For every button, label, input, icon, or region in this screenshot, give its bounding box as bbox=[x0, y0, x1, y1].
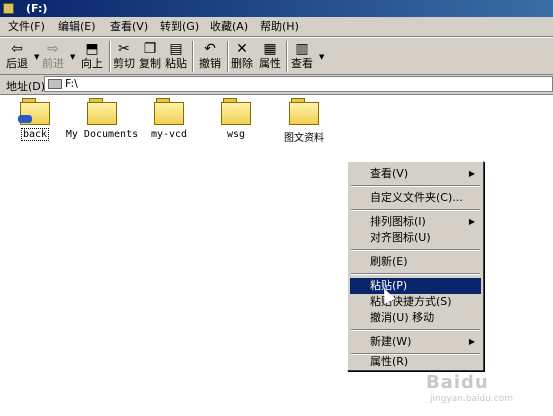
toolbar-separator bbox=[227, 41, 229, 72]
back-button[interactable]: ⇦ 后退 bbox=[2, 39, 32, 74]
folder-icon bbox=[87, 98, 117, 125]
forward-arrow-icon: ⇨ bbox=[47, 41, 59, 57]
delete-button[interactable]: ✕ 删除 bbox=[230, 39, 254, 74]
copy-icon: ❐ bbox=[143, 41, 157, 57]
properties-icon: ▦ bbox=[263, 41, 277, 57]
delete-x-icon: ✕ bbox=[236, 41, 248, 57]
ctx-view[interactable]: 查看(V) ▶ bbox=[350, 166, 481, 182]
address-bar: 地址(D) F:\ bbox=[0, 75, 553, 95]
properties-button[interactable]: ▦ 属性 bbox=[257, 39, 283, 74]
paste-button[interactable]: ▤ 粘贴 bbox=[164, 39, 188, 74]
undo-button[interactable]: ↶ 撤销 bbox=[196, 39, 224, 74]
folder-label: back bbox=[20, 128, 50, 141]
ctx-paste[interactable]: 粘贴(P) bbox=[350, 278, 481, 294]
folder-label: wsg bbox=[226, 129, 246, 140]
ctx-paste-shortcut[interactable]: 粘贴快捷方式(S) bbox=[350, 294, 481, 310]
toolbar: ⇦ 后退 ▼ ⇨ 前进 ▼ ⬒ 向上 ✂ 剪切 ❐ 复制 ▤ 粘贴 ↶ 撤销 ✕… bbox=[0, 37, 553, 75]
toolbar-separator bbox=[286, 41, 288, 72]
views-button[interactable]: ▥ 查看 bbox=[290, 39, 314, 74]
views-dropdown[interactable]: ▼ bbox=[316, 39, 324, 74]
back-arrow-icon: ⇦ bbox=[11, 41, 23, 57]
cut-button[interactable]: ✂ 剪切 bbox=[112, 39, 136, 74]
ctx-properties[interactable]: 属性(R) bbox=[350, 354, 481, 370]
ctx-new[interactable]: 新建(W) ▶ bbox=[350, 334, 481, 350]
copy-button[interactable]: ❐ 复制 bbox=[138, 39, 162, 74]
toolbar-separator bbox=[109, 41, 111, 72]
folder-label: My Documents bbox=[65, 129, 139, 140]
up-button[interactable]: ⬒ 向上 bbox=[78, 39, 106, 74]
forward-dropdown[interactable]: ▼ bbox=[67, 39, 75, 74]
window-title: (F:) bbox=[26, 2, 48, 15]
submenu-arrow-icon: ▶ bbox=[468, 217, 475, 226]
folder-icon bbox=[154, 98, 184, 125]
ctx-customize-folder[interactable]: 自定义文件夹(C)... bbox=[350, 190, 481, 206]
up-folder-icon: ⬒ bbox=[85, 41, 99, 57]
folder-label: 图文资料 bbox=[284, 133, 324, 144]
menu-view[interactable]: 查看(V) bbox=[110, 20, 148, 34]
address-field[interactable]: F:\ bbox=[44, 76, 553, 92]
menu-edit[interactable]: 编辑(E) bbox=[58, 20, 96, 34]
menu-bar: 文件(F) 编辑(E) 查看(V) 转到(G) 收藏(A) 帮助(H) bbox=[0, 17, 553, 37]
folder-icon bbox=[221, 98, 251, 125]
forward-button[interactable]: ⇨ 前进 bbox=[38, 39, 68, 74]
address-value: F:\ bbox=[65, 77, 78, 90]
menu-help[interactable]: 帮助(H) bbox=[260, 20, 299, 34]
drive-icon bbox=[48, 79, 62, 89]
menu-go[interactable]: 转到(G) bbox=[160, 20, 199, 34]
menu-separator bbox=[351, 185, 480, 187]
undo-icon: ↶ bbox=[204, 41, 216, 57]
submenu-arrow-icon: ▶ bbox=[468, 169, 475, 178]
clipboard-icon: ▤ bbox=[169, 41, 183, 57]
folder-item-image-text-materials[interactable]: 图文资料 bbox=[264, 98, 344, 144]
context-menu: 查看(V) ▶ 自定义文件夹(C)... 排列图标(I) ▶ 对齐图标(U) 刷新(… bbox=[347, 161, 484, 371]
title-bar: (F:) bbox=[0, 0, 553, 17]
shared-folder-icon bbox=[18, 98, 50, 125]
drive-icon bbox=[3, 3, 14, 14]
ctx-arrange-icons[interactable]: 排列图标(I) ▶ bbox=[350, 214, 481, 230]
watermark-url: jingyan.baidu.com bbox=[430, 394, 514, 404]
folder-label: my-vcd bbox=[150, 129, 188, 140]
views-grid-icon: ▥ bbox=[295, 41, 309, 57]
menu-favorites[interactable]: 收藏(A) bbox=[210, 20, 248, 34]
folder-icon bbox=[289, 98, 319, 125]
menu-separator bbox=[351, 273, 480, 275]
menu-separator bbox=[351, 249, 480, 251]
menu-separator bbox=[351, 209, 480, 211]
address-label: 地址(D) bbox=[6, 80, 46, 93]
ctx-line-up-icons[interactable]: 对齐图标(U) bbox=[350, 230, 481, 246]
ctx-refresh[interactable]: 刷新(E) bbox=[350, 254, 481, 270]
menu-separator bbox=[351, 329, 480, 331]
scissors-icon: ✂ bbox=[118, 41, 130, 57]
submenu-arrow-icon: ▶ bbox=[468, 337, 475, 346]
toolbar-separator bbox=[192, 41, 194, 72]
back-dropdown[interactable]: ▼ bbox=[31, 39, 39, 74]
watermark-brand: Baidu bbox=[426, 372, 489, 393]
ctx-undo-move[interactable]: 撤消(U) 移动 bbox=[350, 310, 481, 326]
menu-file[interactable]: 文件(F) bbox=[8, 20, 45, 34]
